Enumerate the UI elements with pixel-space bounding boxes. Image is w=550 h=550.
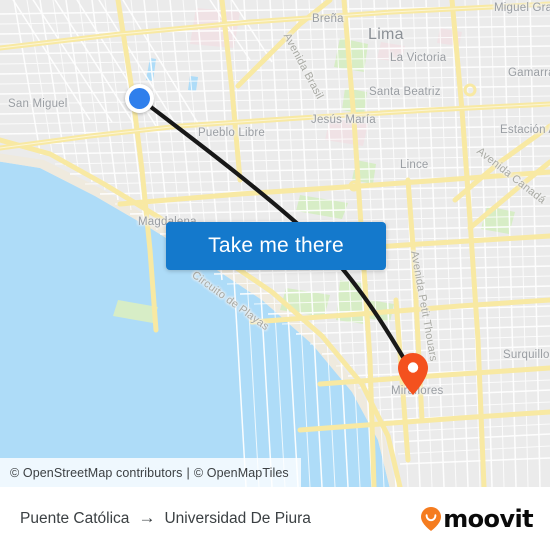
footer-bar: Puente Católica → Universidad De Piura m… <box>0 487 550 550</box>
take-me-there-button[interactable]: Take me there <box>166 222 386 270</box>
map-route-card: San Miguel Pueblo Libre Magdalena Breña … <box>0 0 550 550</box>
attribution-osm[interactable]: © OpenStreetMap contributors <box>10 466 183 480</box>
moovit-wordmark: moovit <box>443 504 533 533</box>
arrow-right-icon: → <box>138 508 156 527</box>
destination-pin-marker[interactable] <box>397 352 429 396</box>
moovit-logo[interactable]: moovit <box>420 504 534 533</box>
attribution-separator: | <box>186 465 190 480</box>
map-attribution: © OpenStreetMap contributors | © OpenMap… <box>0 458 301 487</box>
moovit-pin-icon <box>421 506 442 531</box>
origin-dot-icon <box>129 88 150 109</box>
origin-marker[interactable] <box>125 84 154 113</box>
route-origin-label: Puente Católica <box>20 509 130 527</box>
map-pin-icon <box>398 353 428 395</box>
map-canvas[interactable]: San Miguel Pueblo Libre Magdalena Breña … <box>0 0 550 487</box>
attribution-maptiles[interactable]: © OpenMapTiles <box>194 466 289 480</box>
route-destination-label: Universidad De Piura <box>164 509 311 527</box>
route-summary: Puente Católica → Universidad De Piura <box>20 508 311 528</box>
